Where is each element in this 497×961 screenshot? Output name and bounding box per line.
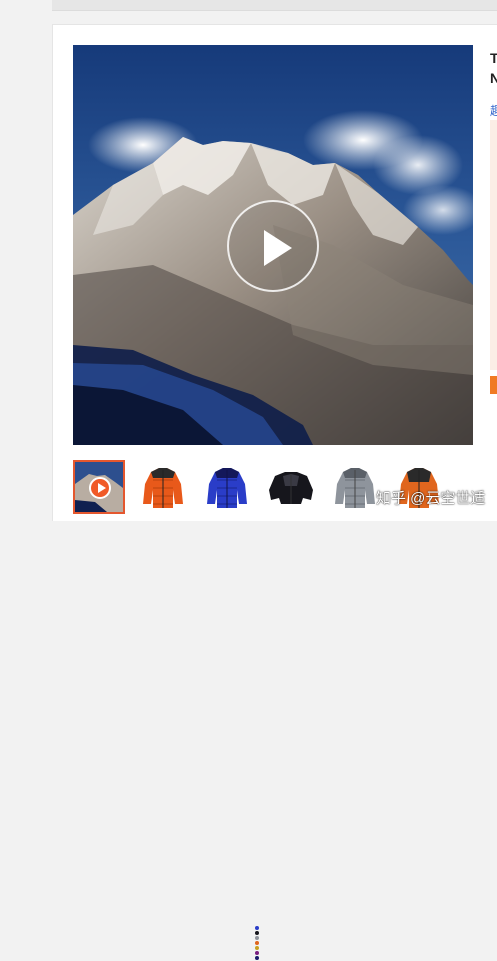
top-bar bbox=[52, 0, 497, 11]
thumb-grey-puffer-jacket[interactable] bbox=[329, 460, 381, 514]
thumb-black-puffer-jacket[interactable] bbox=[265, 460, 317, 514]
product-title-fragment: TN bbox=[490, 50, 497, 86]
play-icon bbox=[264, 230, 292, 266]
price-panel bbox=[490, 120, 497, 370]
thumb-blue-puffer-jacket[interactable] bbox=[201, 460, 253, 514]
promo-badge bbox=[490, 376, 497, 394]
side-link-fragment[interactable]: 趣 bbox=[490, 102, 497, 119]
thumb-orange-puffer-jacket[interactable] bbox=[137, 460, 189, 514]
thumb-video-mountain[interactable] bbox=[73, 460, 125, 514]
color-dots bbox=[255, 926, 261, 961]
play-button[interactable] bbox=[227, 200, 319, 292]
video-play-icon bbox=[89, 477, 111, 499]
blue-jacket-image bbox=[207, 468, 247, 508]
main-product-image[interactable] bbox=[73, 45, 473, 445]
grey-jacket-image bbox=[335, 468, 375, 508]
orange-jacket-image bbox=[143, 468, 183, 508]
black-jacket-image bbox=[269, 472, 313, 504]
watermark-text: 知乎 @云空世适 bbox=[376, 490, 486, 507]
